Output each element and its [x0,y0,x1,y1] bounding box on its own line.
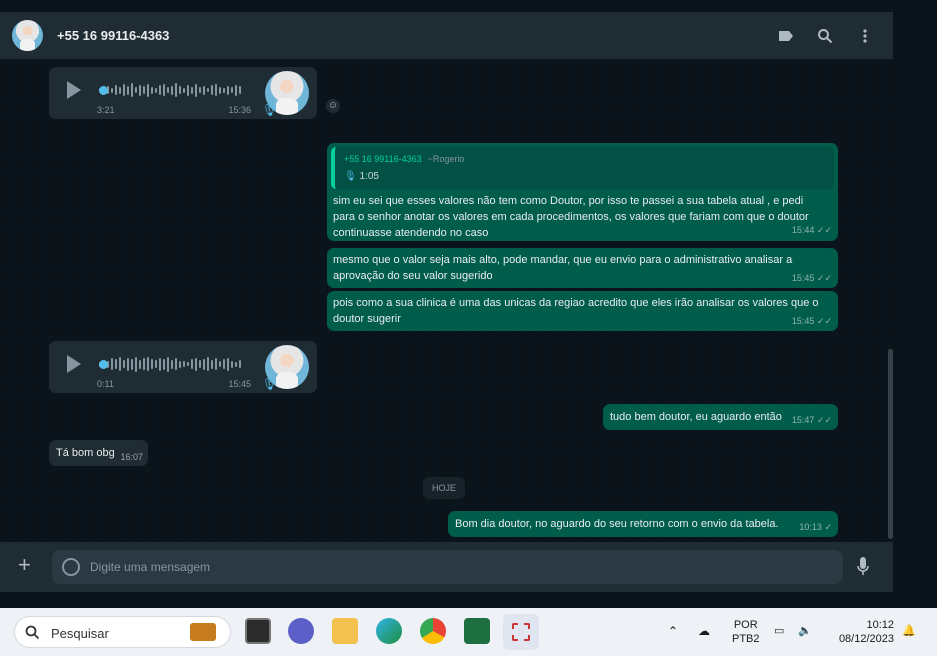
voice-duration: 3:21 [97,105,115,115]
taskbar-search[interactable]: Pesquisar [14,616,231,648]
keyboard-layout-label: PTB2 [732,633,760,645]
menu-icon[interactable] [855,26,875,46]
briefcase-icon [190,623,216,641]
attach-plus-icon[interactable]: + [18,554,31,576]
volume-icon[interactable]: 🔈 [798,624,812,638]
snipping-tool-icon[interactable] [503,614,539,650]
double-check-icon: ✓✓ [816,316,832,326]
message-time: 15:47 [791,415,815,425]
date-divider: HOJE [423,477,465,499]
whatsapp-window: +55 16 99116-4363 3:21 15:36 🎙 ☺ +55 16 … [0,12,893,592]
incoming-message[interactable]: Tá bom obg 16:07 [49,440,148,466]
notification-bell-icon[interactable]: 🔔 [902,624,916,638]
message-time: 10:13 [799,522,822,532]
quoted-sender-number: +55 16 99116-4363 [344,154,422,164]
single-check-icon: ✓ [824,522,832,532]
mic-icon: 🎙 [344,171,357,182]
voice-message[interactable]: 3:21 15:36 🎙 [49,67,317,119]
quoted-sender-name: ~Rogerio [427,154,465,164]
message-list[interactable]: 3:21 15:36 🎙 ☺ +55 16 99116-4363 ~Rogerio… [0,59,893,542]
message-time: 16:07 [120,452,143,462]
window-edge [893,0,937,608]
window-gap [0,592,893,608]
file-explorer-icon[interactable] [332,618,358,644]
quoted-duration: 1:05 [359,171,379,182]
outgoing-message[interactable]: pois como a sua clinica é uma das unicas… [327,291,838,331]
search-label: Pesquisar [51,626,109,641]
message-time: 15:45 [791,273,815,283]
message-text: Bom dia doutor, no aguardo do seu retorn… [455,518,779,530]
onedrive-icon[interactable]: ☁ [698,624,710,638]
message-input[interactable]: Digite uma mensagem [52,550,843,584]
message-time-row: 15:45 ✓✓ [792,273,832,284]
quoted-sender: +55 16 99116-4363 ~Rogerio [344,154,464,164]
title-strip [0,0,937,12]
message-text: pois como a sua clinica é uma das unicas… [333,297,819,325]
voice-message[interactable]: 0:11 15:45 🎙 [49,341,317,393]
double-check-icon: ✓✓ [816,273,832,283]
chevron-up-icon[interactable]: ⌃ [668,624,678,638]
excel-icon[interactable] [464,618,490,644]
clock-time: 10:12 [866,619,894,631]
outgoing-message[interactable]: Bom dia doutor, no aguardo do seu retorn… [448,511,838,537]
contact-name[interactable]: +55 16 99116-4363 [57,28,169,43]
message-time-row: 15:45 ✓✓ [792,316,832,327]
message-time-row: 15:44 ✓✓ [792,225,832,236]
chrome-icon[interactable] [420,618,446,644]
play-icon[interactable] [67,81,81,99]
chat-scrollbar[interactable] [888,349,893,539]
message-time-row: 15:47 ✓✓ [792,415,832,426]
contact-avatar[interactable] [12,20,43,51]
quoted-reply[interactable]: +55 16 99116-4363 ~Rogerio 🎙 1:05 [331,147,834,189]
microphone-icon[interactable] [857,557,869,577]
edge-icon[interactable] [376,618,402,644]
message-text: sim eu sei que esses valores não tem com… [333,195,809,239]
task-view-icon[interactable] [245,618,271,644]
message-text: mesmo que o valor seja mais alto, pode m… [333,254,793,282]
voice-duration: 0:11 [97,379,114,389]
message-time: 15:36 [228,105,251,115]
waveform[interactable] [99,81,247,99]
outgoing-message[interactable]: tudo bem doutor, eu aguardo então 15:47 … [603,404,838,430]
chat-header: +55 16 99116-4363 [0,12,893,59]
outgoing-message[interactable]: mesmo que o valor seja mais alto, pode m… [327,248,838,288]
playback-position[interactable] [99,86,108,95]
system-clock[interactable]: 10:12 08/12/2023 [832,618,894,646]
quoted-audio: 🎙 1:05 [344,171,379,182]
message-placeholder: Digite uma mensagem [90,560,211,574]
mic-icon: 🎙 [261,377,277,391]
search-icon [25,625,40,640]
composer-bar: + Digite uma mensagem [0,542,893,592]
outgoing-message[interactable]: +55 16 99116-4363 ~Rogerio 🎙 1:05 sim eu … [327,143,838,241]
message-time: 15:45 [228,379,251,389]
message-time-row: 10:13 ✓ [799,522,832,533]
message-text: Tá bom obg [56,447,115,459]
emoji-icon[interactable] [62,558,80,576]
message-time: 15:45 [791,316,815,326]
double-check-icon: ✓✓ [816,225,832,235]
search-icon[interactable] [815,26,835,46]
language-label: POR [733,619,758,631]
network-icon[interactable]: ▭ [774,624,784,638]
playback-position[interactable] [99,360,108,369]
clock-date: 08/12/2023 [838,633,894,645]
play-icon[interactable] [67,355,81,373]
message-time: 15:44 [791,225,815,235]
emoji-react-icon[interactable]: ☺ [326,99,340,113]
windows-taskbar: Pesquisar ⌃ ☁ POR PTB2 ▭ 🔈 10:12 08/12/2… [0,608,937,656]
label-icon[interactable] [776,26,796,46]
waveform[interactable] [99,355,247,373]
chat-app-icon[interactable] [288,618,314,644]
double-check-icon: ✓✓ [816,415,832,425]
message-text: tudo bem doutor, eu aguardo então [610,411,782,423]
mic-icon: 🎙 [261,103,277,117]
input-language[interactable]: POR PTB2 [732,618,760,646]
